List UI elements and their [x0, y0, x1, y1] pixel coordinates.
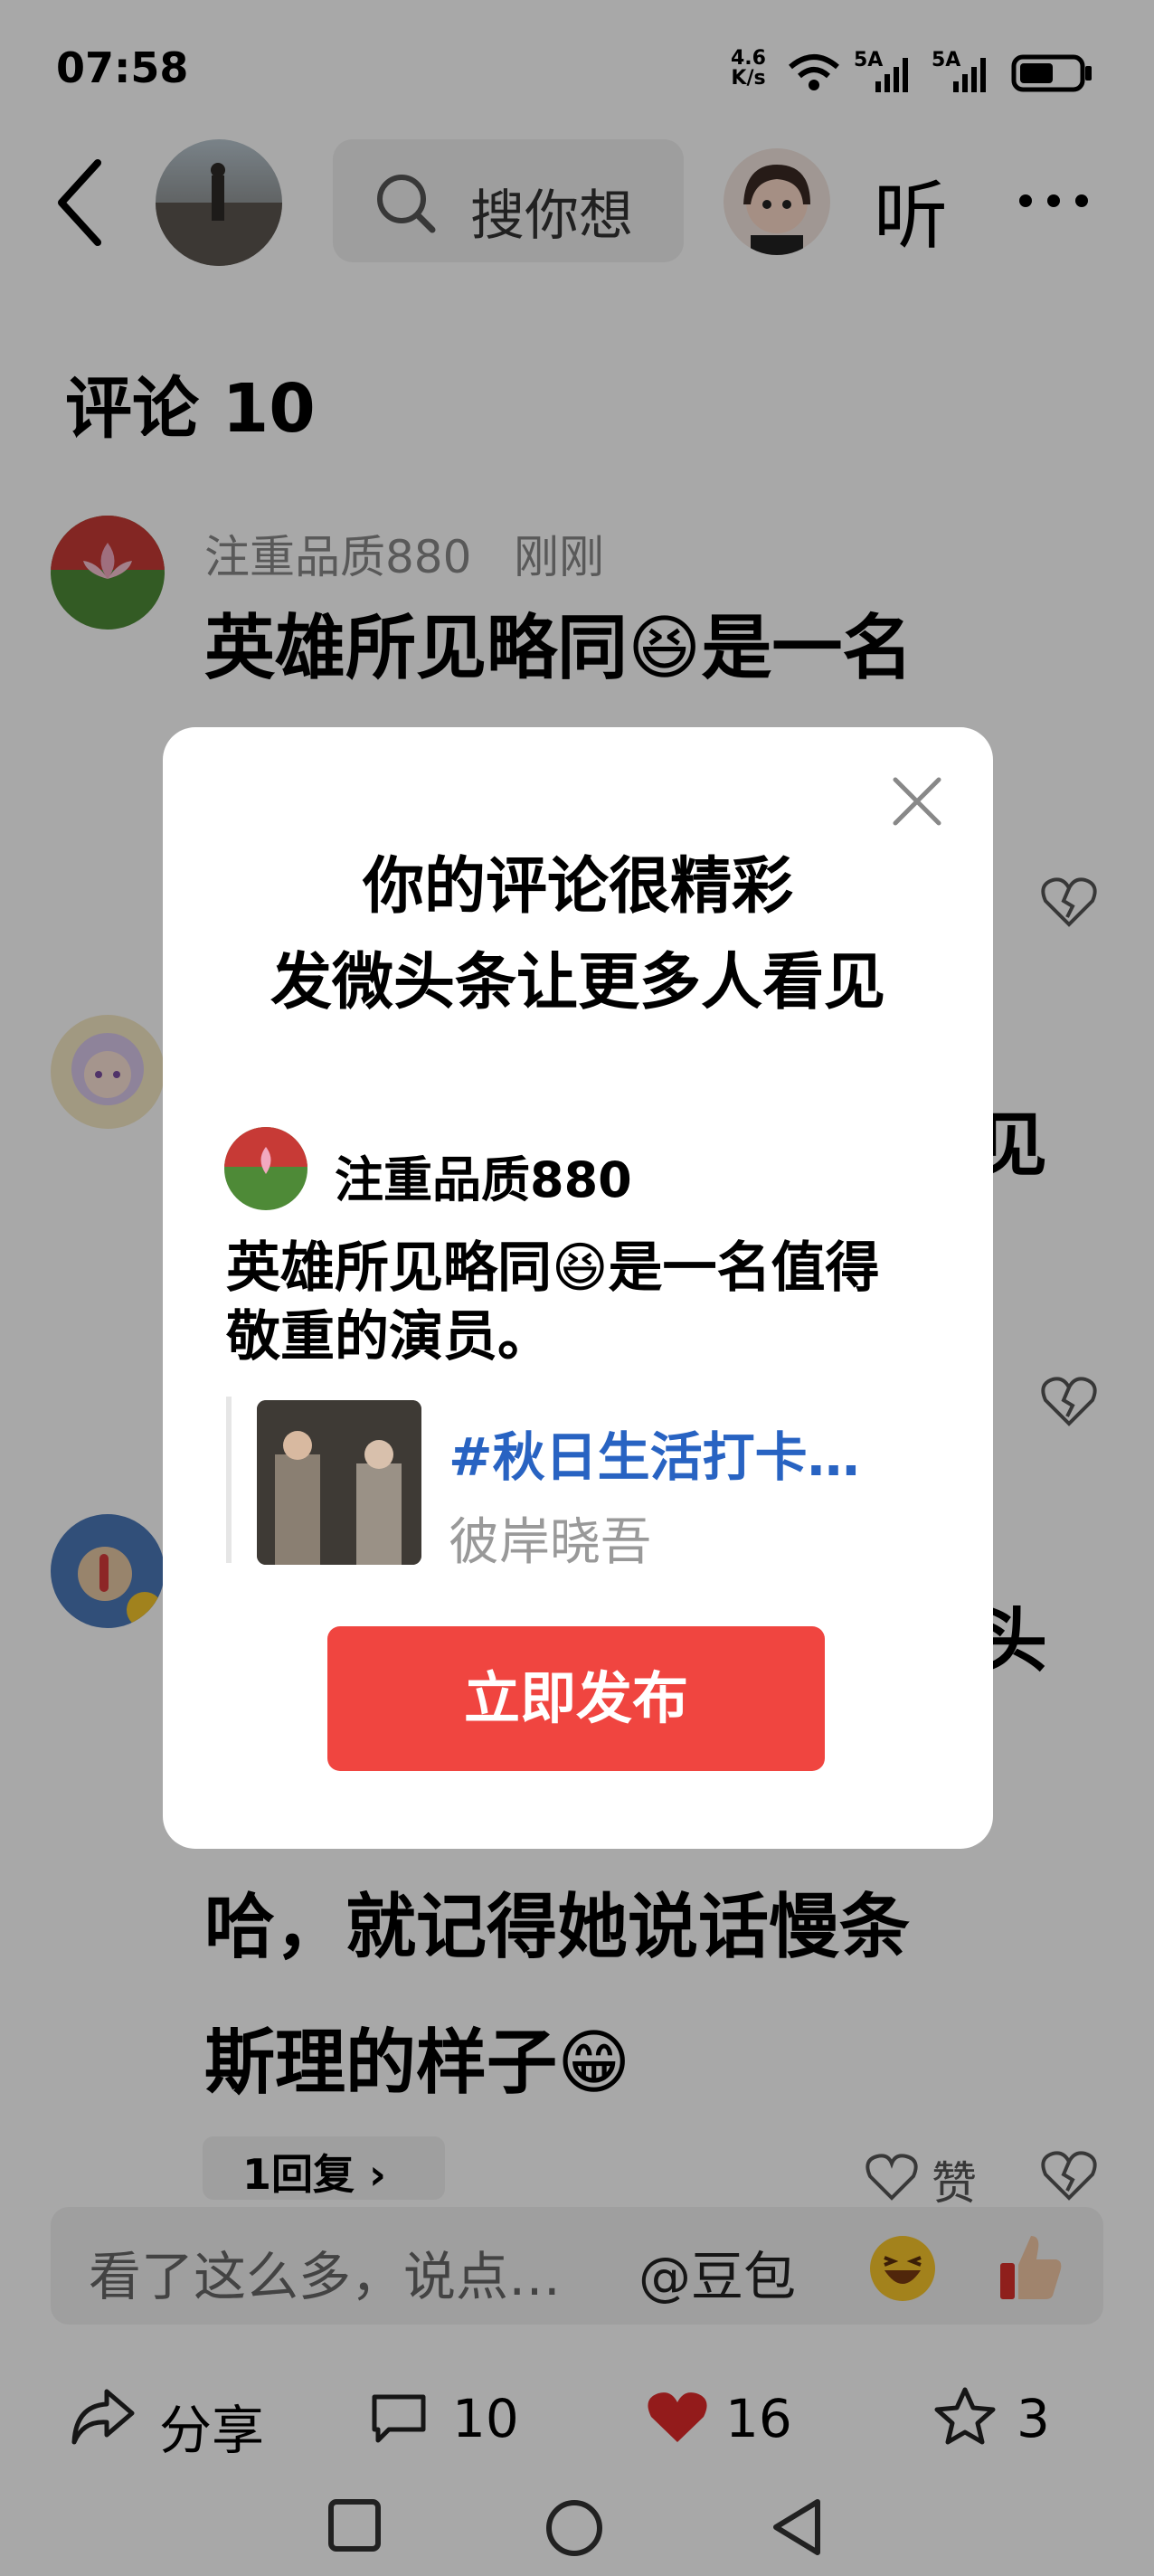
dialog-title-line2: 发微头条让更多人看见: [270, 947, 885, 1018]
dialog-username: 注重品质880: [335, 1151, 632, 1208]
dialog-comment-line1: 英雄所见略同😆是一名值得: [226, 1236, 880, 1300]
topic-link[interactable]: #秋日生活打卡…: [449, 1415, 860, 1491]
publish-button[interactable]: 立即发布: [327, 1626, 825, 1771]
article-thumbnail: [257, 1400, 421, 1565]
article-author: 彼岸晓吾: [449, 1513, 651, 1572]
quote-bar: [226, 1397, 232, 1563]
publish-dialog: 你的评论很精彩 发微头条让更多人看见 注重品质880 英雄所见略同😆是一名值得 …: [163, 727, 993, 1849]
dialog-title-line1: 你的评论很精彩: [362, 851, 793, 923]
dialog-comment-line2: 敬重的演员。: [226, 1305, 552, 1368]
close-icon[interactable]: [892, 776, 942, 827]
user-avatar: [224, 1127, 307, 1210]
